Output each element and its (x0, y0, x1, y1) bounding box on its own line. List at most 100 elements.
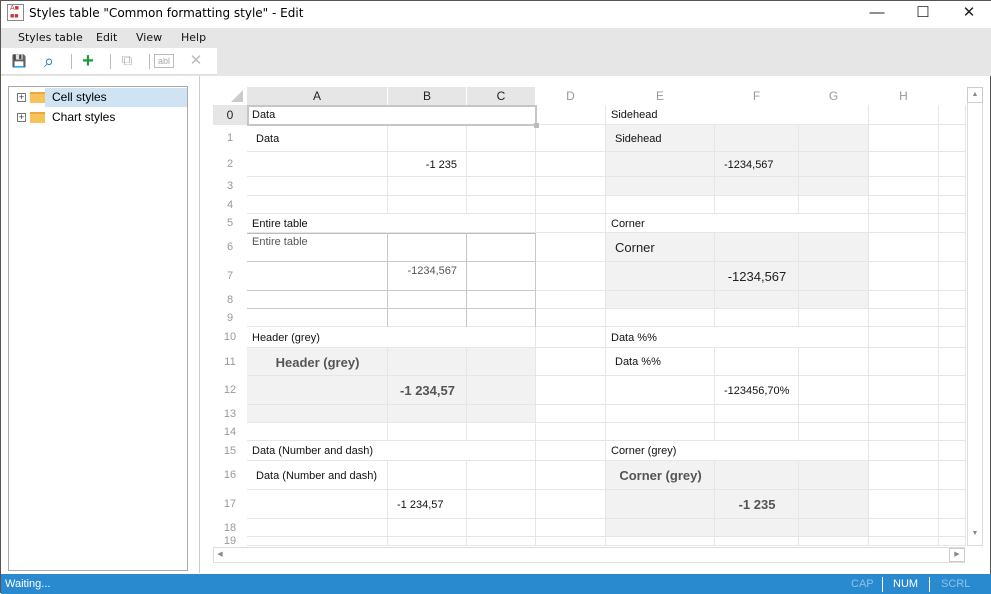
row-header-2[interactable]: 2 (213, 152, 247, 177)
cell-A5[interactable]: Entire table (247, 214, 388, 233)
copy-icon[interactable]: ⧉ (116, 51, 138, 71)
cell-A11[interactable]: Header (grey) (247, 348, 388, 376)
cell-A16[interactable]: Data (Number and dash) (247, 461, 536, 490)
row-header-3[interactable]: 3 (213, 177, 247, 196)
cell-A1[interactable]: Data (247, 125, 388, 152)
grid-line (247, 422, 966, 423)
cell-E11[interactable]: Data %% (606, 348, 715, 376)
toolbar-separator (110, 54, 111, 69)
folder-icon (30, 92, 45, 104)
cell-E1[interactable]: Sidehead (606, 125, 715, 152)
row-header-1[interactable]: 1 (213, 125, 247, 152)
status-bar (1, 574, 991, 594)
toolbar-separator (71, 54, 72, 69)
app-icon: A■ ■■ (7, 4, 24, 21)
cap-indicator: CAP (851, 578, 874, 590)
cell-B2[interactable]: -1 235 (388, 152, 467, 177)
fill-handle[interactable] (534, 123, 539, 128)
maximize-button[interactable]: ☐ (900, 1, 946, 27)
cell-B7[interactable]: -1234,567 (388, 262, 467, 291)
toolbar-separator (149, 54, 150, 69)
cell-B17[interactable]: -1 234,57 (388, 490, 467, 519)
status-text: Waiting... (5, 578, 51, 590)
minimize-button[interactable]: — (854, 1, 900, 27)
row-header-12[interactable]: 12 (213, 376, 247, 405)
scroll-up-icon[interactable]: ▲ (967, 87, 983, 103)
scroll-left-icon[interactable]: ◀ (213, 548, 227, 562)
close-button[interactable]: ✕ (946, 1, 991, 27)
select-all-corner[interactable] (231, 90, 243, 102)
grid-line (247, 308, 536, 309)
column-header-E[interactable]: E (606, 87, 715, 105)
scrl-indicator: SCRL (941, 578, 971, 590)
row-header-8[interactable]: 8 (213, 291, 247, 309)
grid-line (247, 176, 966, 177)
column-header-F[interactable]: F (715, 87, 799, 105)
window-title: Styles table "Common formatting style" -… (29, 6, 304, 20)
grid-line (247, 518, 966, 519)
horizontal-scrollbar[interactable] (213, 547, 965, 563)
row-header-15[interactable]: 15 (213, 441, 247, 461)
cell-E16[interactable]: Corner (grey) (606, 461, 715, 490)
column-header-G[interactable]: G (799, 87, 869, 105)
cell-F17[interactable]: -1 235 (715, 490, 799, 519)
row-header-6[interactable]: 6 (213, 233, 247, 262)
column-header-B[interactable]: B (388, 87, 467, 105)
vertical-scrollbar[interactable] (967, 87, 983, 546)
grid-line (247, 545, 966, 546)
splitter[interactable] (199, 76, 200, 573)
row-header-16[interactable]: 16 (213, 461, 247, 490)
row-header-4[interactable]: 4 (213, 196, 247, 214)
rename-icon[interactable]: abl (154, 54, 174, 68)
row-header-5[interactable]: 5 (213, 214, 247, 233)
styles-tree-panel (8, 86, 188, 571)
tree-item-cell-styles[interactable]: + Cell styles (17, 88, 110, 107)
add-icon[interactable]: + (77, 51, 99, 71)
menu-view[interactable]: View (136, 31, 162, 44)
cell-E15[interactable]: Corner (grey) (606, 441, 715, 461)
row-header-7[interactable]: 7 (213, 262, 247, 291)
cell-A6[interactable]: Entire table (247, 233, 388, 262)
row-header-9[interactable]: 9 (213, 309, 247, 327)
cell-A0[interactable]: Data (247, 105, 388, 125)
column-header-C[interactable]: C (467, 87, 536, 105)
tree-item-label: Cell styles (52, 90, 107, 104)
cell-E6[interactable]: Corner (606, 233, 715, 262)
cell-B12[interactable]: -1 234,57 (388, 376, 467, 405)
row-header-17[interactable]: 17 (213, 490, 247, 519)
delete-icon[interactable]: ✕ (185, 51, 207, 71)
cell-E5[interactable]: Corner (606, 214, 715, 233)
num-indicator: NUM (893, 578, 919, 590)
cell-E10[interactable]: Data %% (606, 327, 715, 348)
row-header-19[interactable]: 19 (213, 536, 247, 547)
row-header-13[interactable]: 13 (213, 405, 247, 423)
column-header-D[interactable]: D (536, 87, 606, 105)
save-icon[interactable]: 💾 (8, 51, 30, 71)
folder-icon (30, 112, 45, 124)
cell-F2[interactable]: -1234,567 (715, 152, 799, 177)
grid-line (535, 233, 536, 327)
column-header-A[interactable]: A (247, 87, 388, 105)
tree-item-chart-styles[interactable]: + Chart styles (17, 108, 118, 127)
scroll-right-icon[interactable]: ▶ (949, 548, 965, 562)
cell-A10[interactable]: Header (grey) (247, 327, 536, 348)
cell-A15[interactable]: Data (Number and dash) (247, 441, 536, 461)
expand-icon[interactable]: + (17, 113, 26, 123)
menu-help[interactable]: Help (181, 31, 206, 44)
row-header-14[interactable]: 14 (213, 423, 247, 441)
row-header-11[interactable]: 11 (213, 348, 247, 376)
cell-E0[interactable]: Sidehead (606, 105, 715, 125)
scroll-down-icon[interactable]: ▼ (967, 530, 983, 544)
cell-F7[interactable]: -1234,567 (715, 262, 799, 291)
cell-F12[interactable]: -123456,70% (715, 376, 799, 405)
column-header-H[interactable]: H (869, 87, 939, 105)
grid-line (247, 536, 966, 537)
expand-icon[interactable]: + (17, 93, 26, 103)
menu-edit[interactable]: Edit (96, 31, 117, 44)
row-header-0[interactable]: 0 (213, 105, 247, 125)
search-icon[interactable]: ⌕ (38, 51, 60, 71)
tree-item-label: Chart styles (52, 110, 116, 124)
row-header-10[interactable]: 10 (213, 327, 247, 348)
grid-line (247, 195, 966, 196)
menu-styles-table[interactable]: Styles table (18, 31, 83, 44)
